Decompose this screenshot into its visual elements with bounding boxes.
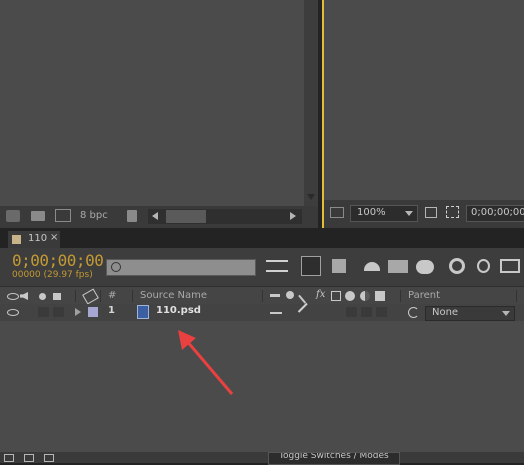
timeline-tab[interactable]: 110 × <box>8 231 60 248</box>
motion-blur-icon[interactable] <box>416 260 434 274</box>
viewer-bottom-toolbar: 100% 0;00;00;00 <box>322 200 524 228</box>
new-composition-icon[interactable] <box>55 209 71 222</box>
scroll-left-arrow-icon[interactable] <box>152 212 158 220</box>
toggle-switches-modes-label: Toggle Switches / Modes <box>279 452 389 461</box>
timeline-footer: Toggle Switches / Modes <box>0 452 524 465</box>
always-preview-icon[interactable] <box>330 207 344 218</box>
toggle-switches-modes-button[interactable]: Toggle Switches / Modes <box>268 452 400 465</box>
layer-switch-box[interactable] <box>376 307 387 317</box>
timeline-header: 0;00;00;00 00000 (29.97 fps) <box>0 248 524 286</box>
header-divider-3 <box>132 290 133 302</box>
header-divider-2 <box>100 290 101 302</box>
new-folder-icon[interactable] <box>31 211 45 221</box>
parent-header[interactable]: Parent <box>408 290 440 301</box>
column-header-row: # Source Name fx Parent <box>0 286 524 306</box>
timeline-tab-label: 110 <box>28 233 48 244</box>
project-bottom-toolbar: 8 bpc <box>0 206 318 228</box>
3d-layer-switch-icon[interactable] <box>375 291 385 301</box>
layer-label-color[interactable] <box>88 307 98 317</box>
interpret-footage-icon[interactable] <box>6 210 20 222</box>
lock-icon[interactable] <box>53 293 61 300</box>
comp-marker-icon[interactable] <box>500 259 520 273</box>
scrollbar-thumb[interactable] <box>166 210 206 223</box>
project-horizontal-scrollbar[interactable] <box>148 209 302 224</box>
stopwatch-icon[interactable] <box>477 259 490 273</box>
shy-switch-icon[interactable] <box>270 294 280 297</box>
layer-shy-switch-icon[interactable] <box>270 312 282 314</box>
live-update-icon[interactable] <box>301 256 321 276</box>
current-time-display[interactable]: 0;00;00;00 <box>12 251 104 270</box>
timeline-panel: 0;00;00;00 00000 (29.97 fps) # Source Na… <box>0 248 524 465</box>
viewer-timecode: 0;00;00;00 <box>471 207 524 218</box>
expand-layer-triangle-icon[interactable] <box>75 308 81 316</box>
viewer-canvas[interactable] <box>322 0 524 200</box>
project-vertical-scrollbar[interactable] <box>304 0 318 206</box>
layer-row[interactable]: 1 110.psd None <box>0 302 524 322</box>
layer-quality-switch-icon[interactable] <box>297 302 317 322</box>
pick-whip-icon[interactable] <box>408 307 419 318</box>
resolution-grid-icon[interactable] <box>425 207 437 218</box>
layer-name[interactable]: 110.psd <box>156 305 201 316</box>
header-divider-5 <box>400 290 401 302</box>
header-divider-1 <box>75 290 76 302</box>
layer-search-input[interactable] <box>106 259 256 276</box>
scroll-down-arrow-icon[interactable] <box>307 194 315 200</box>
header-divider-6 <box>516 290 517 302</box>
layer-number: 1 <box>108 305 115 316</box>
draft-3d-icon[interactable] <box>332 259 346 273</box>
viewer-panel: 100% 0;00;00;00 <box>322 0 524 228</box>
chevron-down-icon <box>405 211 413 216</box>
collapse-switch-icon[interactable] <box>286 291 294 299</box>
layer-audio-box[interactable] <box>38 307 49 317</box>
close-tab-icon[interactable]: × <box>50 232 58 243</box>
trash-icon[interactable] <box>127 210 137 222</box>
layer-switch-box[interactable] <box>361 307 372 317</box>
adjustment-layer-switch-icon[interactable] <box>360 291 370 301</box>
graph-editor-icon[interactable] <box>449 258 465 274</box>
layer-visibility-eye-icon[interactable] <box>7 309 19 316</box>
parent-dropdown[interactable]: None <box>425 306 515 321</box>
zoom-value: 100% <box>357 207 386 218</box>
annotation-arrow-shaft <box>184 339 234 395</box>
scroll-right-arrow-icon[interactable] <box>290 212 296 220</box>
expand-layer-switches-icon[interactable] <box>4 454 14 462</box>
solo-icon[interactable] <box>39 293 46 300</box>
frame-blend-switch-icon[interactable] <box>331 291 341 301</box>
hide-shy-layers-icon[interactable] <box>364 262 380 271</box>
psd-file-icon <box>137 305 149 319</box>
eye-icon[interactable] <box>7 293 19 300</box>
composition-mini-flowchart-icon[interactable] <box>266 260 288 272</box>
expand-transfer-controls-icon[interactable] <box>24 454 34 462</box>
project-panel: 8 bpc <box>0 0 318 228</box>
frame-blending-icon[interactable] <box>388 260 408 273</box>
layer-list-empty-area[interactable] <box>0 321 524 451</box>
quality-switch-icon[interactable] <box>298 288 314 304</box>
label-tag-icon[interactable] <box>82 288 99 305</box>
layer-number-header[interactable]: # <box>108 290 116 301</box>
source-name-header[interactable]: Source Name <box>140 290 207 301</box>
annotation-arrow <box>178 330 234 395</box>
effects-switch-icon[interactable]: fx <box>316 289 325 300</box>
project-list-area[interactable] <box>0 0 304 206</box>
layer-switch-box[interactable] <box>346 307 357 317</box>
chevron-down-icon <box>502 311 510 316</box>
zoom-dropdown[interactable]: 100% <box>350 205 418 222</box>
parent-dropdown-value: None <box>432 307 459 318</box>
audio-icon[interactable] <box>20 292 28 300</box>
motion-blur-switch-icon[interactable] <box>345 291 355 301</box>
expand-in-out-icon[interactable] <box>44 454 54 462</box>
header-divider-4 <box>262 290 263 302</box>
bit-depth-label[interactable]: 8 bpc <box>80 210 108 221</box>
layer-lock-box[interactable] <box>53 307 64 317</box>
viewer-timecode-field[interactable]: 0;00;00;00 <box>466 205 524 222</box>
frame-rate-info: 00000 (29.97 fps) <box>12 270 93 280</box>
search-icon <box>111 262 121 272</box>
region-of-interest-icon[interactable] <box>446 206 459 218</box>
composition-tab-icon <box>12 235 21 244</box>
